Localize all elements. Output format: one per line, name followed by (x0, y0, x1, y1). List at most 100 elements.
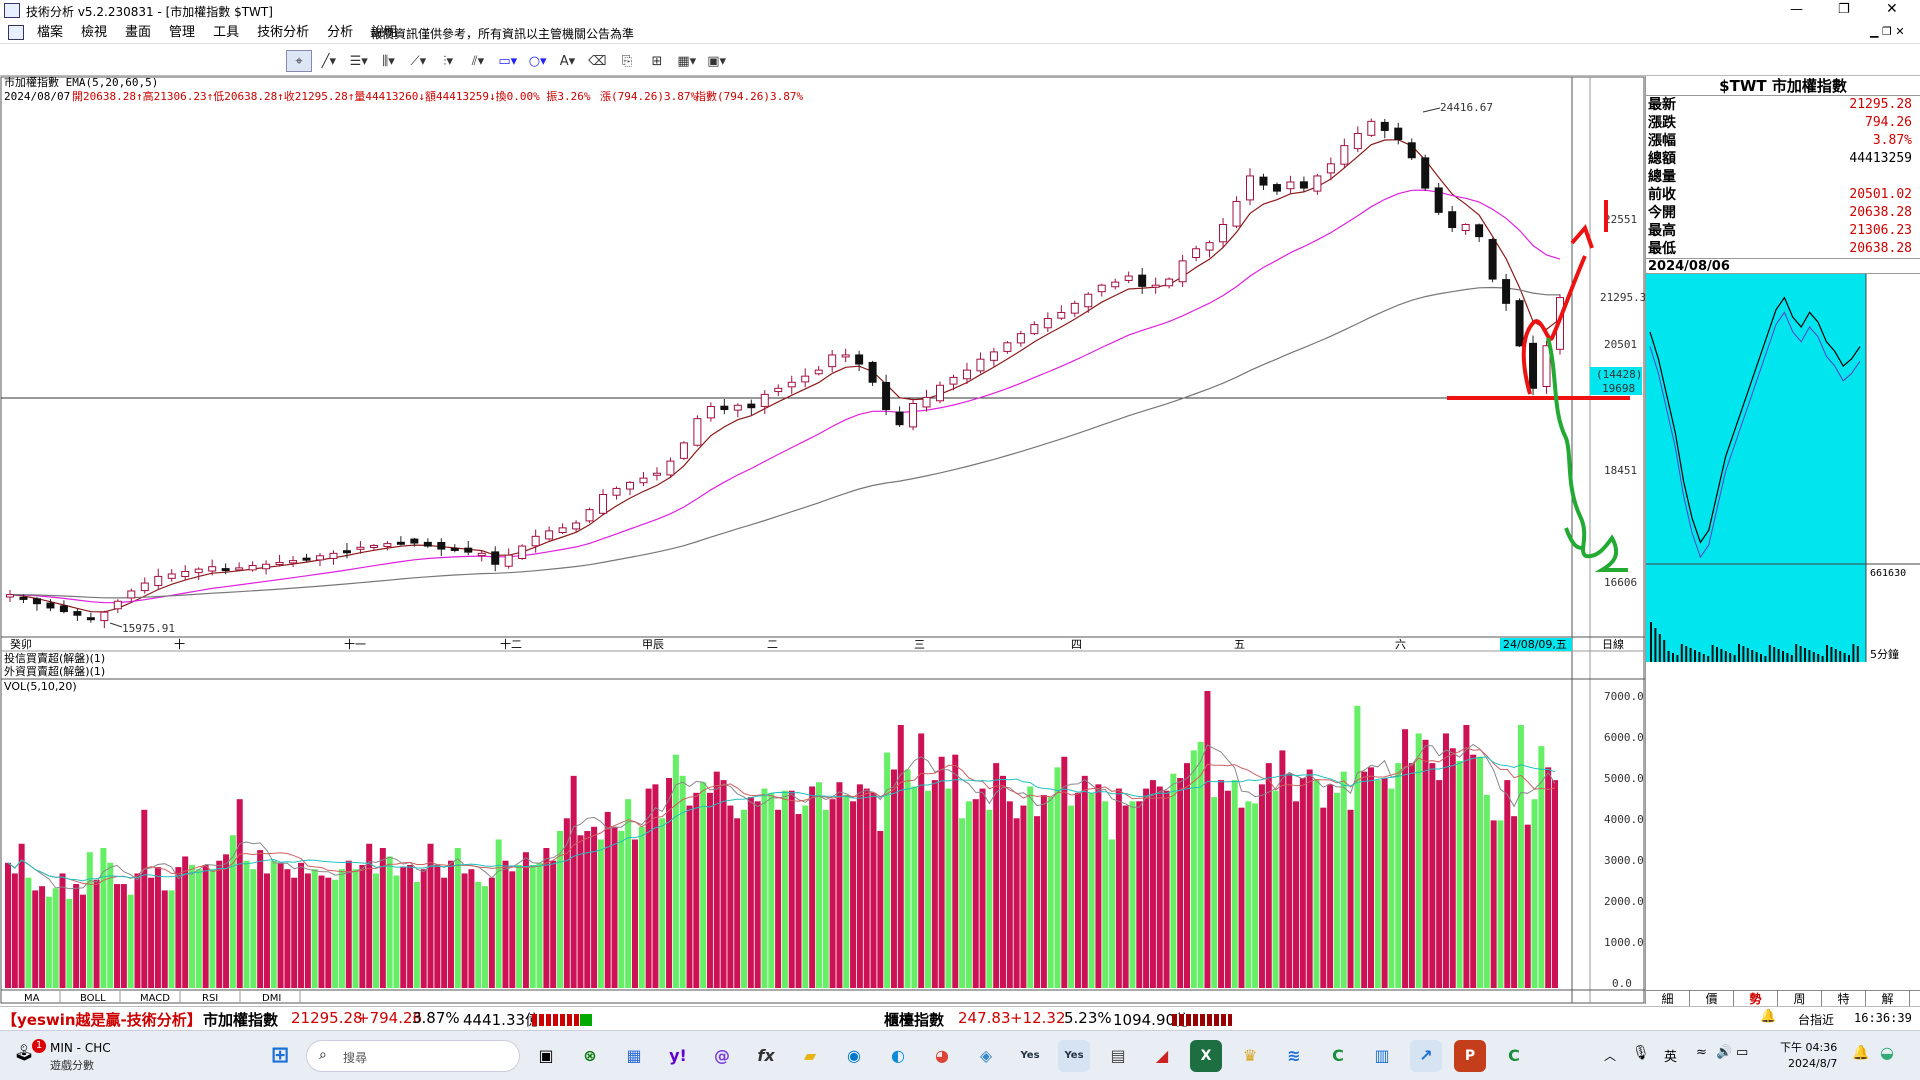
line-tool-icon[interactable]: ╱▾ (316, 51, 342, 73)
volume-bar (781, 790, 788, 988)
rectangle-tool-icon[interactable]: ▭▾ (495, 51, 521, 73)
panel-tab[interactable]: 勢 (1734, 991, 1778, 1007)
zoom-tool-icon[interactable]: ⊞ (644, 51, 670, 73)
cursor-tool-icon[interactable]: ⌖ (286, 50, 312, 72)
task-view-icon[interactable]: ▣ (530, 1040, 562, 1072)
tray-date[interactable]: 2024/8/7 (1788, 1057, 1837, 1070)
chrome-icon[interactable]: ◕ (926, 1040, 958, 1072)
grid-tool-icon[interactable]: ⫶▾ (435, 51, 461, 73)
powerpoint-icon[interactable]: P (1454, 1040, 1486, 1072)
close-button[interactable]: ✕ (1886, 1, 1898, 17)
period-label[interactable]: 日線 (1602, 637, 1624, 651)
parallel-tool-icon[interactable]: ☰▾ (346, 51, 372, 73)
panel-tab[interactable]: 特 (1822, 991, 1866, 1007)
paint-icon[interactable]: ◢ (1146, 1040, 1178, 1072)
quote-row: 漲幅 3.87% (1646, 132, 1920, 150)
candle (1502, 273, 1511, 311)
ime-indicator[interactable]: 英 (1664, 1046, 1677, 1065)
tab-macd[interactable]: MACD (140, 993, 170, 1004)
battery-icon[interactable]: ▭ (1736, 1045, 1748, 1060)
mail-icon[interactable]: @ (706, 1040, 738, 1072)
index1-pct: 3.87% (412, 1009, 460, 1027)
chart-app-icon[interactable]: ↗ (1410, 1040, 1442, 1072)
ellipse-tool-icon[interactable]: ○▾ (525, 51, 551, 73)
volume-bar (1299, 777, 1306, 988)
panel-tab[interactable]: 細 (1646, 991, 1690, 1007)
panel-tab[interactable]: 價 (1690, 991, 1734, 1007)
volume-bar (1545, 767, 1552, 988)
month-label: 四 (1071, 638, 1082, 651)
minimize-button[interactable]: — (1790, 2, 1803, 17)
taskbar-search[interactable]: ⌕ 搜尋 (306, 1040, 520, 1072)
edge-icon[interactable]: ◐ (882, 1040, 914, 1072)
menu-6[interactable]: 分析 (318, 22, 362, 44)
copilot-icon[interactable]: ◒ (1880, 1043, 1894, 1062)
yeswin-icon[interactable]: Yes (1014, 1040, 1046, 1072)
bell-icon[interactable]: 🔔 (1760, 1009, 1776, 1024)
yahoo-icon[interactable]: y! (662, 1040, 694, 1072)
channel-tool-icon[interactable]: ⫽▾ (465, 51, 491, 73)
erase-tool-icon[interactable]: ⌫ (584, 51, 610, 73)
candle (32, 597, 41, 611)
fan-tool-icon[interactable]: ⟋▾ (405, 51, 431, 73)
webex-icon[interactable]: ◉ (838, 1040, 870, 1072)
microphone-icon[interactable]: 🎙 (1632, 1045, 1650, 1061)
c-app-icon[interactable]: C (1322, 1040, 1354, 1072)
palette-tool-icon[interactable]: ▦▾ (674, 51, 700, 73)
fx-icon[interactable]: fx (750, 1040, 782, 1072)
market-label[interactable]: 台指近 (1798, 1011, 1834, 1028)
wifi-icon[interactable]: ≈ (1696, 1045, 1707, 1060)
panel-tab[interactable]: 周 (1778, 991, 1822, 1007)
candle (1407, 138, 1416, 161)
yeswin-active-icon[interactable]: Yes (1058, 1040, 1090, 1072)
calculator-icon[interactable]: ▤ (1102, 1040, 1134, 1072)
c-app-2-icon[interactable]: C (1498, 1040, 1530, 1072)
volume-bar (1006, 801, 1013, 988)
menu-2[interactable]: 畫面 (116, 22, 160, 44)
tab-dmi[interactable]: DMI (262, 993, 281, 1004)
tab-rsi[interactable]: RSI (202, 993, 218, 1004)
slogan[interactable]: 【yeswin越是贏-技術分析】 (2, 1009, 202, 1030)
start-button-icon[interactable]: ⊞ (264, 1040, 296, 1072)
menu-0[interactable]: 檔案 (28, 22, 72, 44)
candle (1192, 245, 1201, 262)
network-app-icon[interactable]: ◈ (970, 1040, 1002, 1072)
tab-ma[interactable]: MA (24, 993, 40, 1004)
chart-area[interactable]: 市加權指數 EMA(5,20,60,5) 2024/08/07 開20638.2… (0, 75, 1646, 1004)
copy-tool-icon[interactable]: ⎘ (614, 51, 640, 73)
volume-icon[interactable]: 🔊 (1716, 1045, 1732, 1060)
notification-icon[interactable]: 🔔 (1852, 1045, 1869, 1061)
notes-app-icon[interactable]: ▥ (1366, 1040, 1398, 1072)
technical-chart[interactable]: 市加權指數 EMA(5,20,60,5) 2024/08/07 開20638.2… (0, 75, 1646, 1004)
xbox-icon[interactable]: ⊗ (574, 1040, 606, 1072)
tab-boll[interactable]: BOLL (80, 993, 106, 1004)
candle (626, 481, 634, 496)
maximize-button[interactable]: ❐ (1838, 2, 1850, 17)
volume-bar (284, 869, 291, 988)
tray-time[interactable]: 下午 04:36 (1780, 1039, 1837, 1055)
sub-indicator-2[interactable]: 外資買賣超(解盤)(1) (4, 664, 105, 678)
wave-app-icon[interactable]: ≋ (1278, 1040, 1310, 1072)
crown-app-icon[interactable]: ♛ (1234, 1040, 1266, 1072)
vertical-lines-icon[interactable]: ⫼▾ (375, 51, 401, 73)
save-tool-icon[interactable]: ▣▾ (704, 51, 730, 73)
volume-bar (1204, 691, 1211, 988)
sub-indicator-1[interactable]: 投信買賣超(解盤)(1) (4, 651, 105, 665)
menu-1[interactable]: 檢視 (72, 22, 116, 44)
volume-bar (611, 826, 618, 988)
game-title[interactable]: MIN - CHC (50, 1041, 111, 1055)
menu-4[interactable]: 工具 (204, 22, 248, 44)
intraday-tick: 20098 (1870, 437, 1900, 448)
text-tool-icon[interactable]: A▾ (554, 51, 580, 73)
excel-icon[interactable]: X (1190, 1040, 1222, 1072)
volume-bar (1422, 739, 1429, 988)
menu-3[interactable]: 管理 (160, 22, 204, 44)
menu-items: 檔案 檢視 畫面 管理 工具 技術分析 分析 說明 (28, 22, 406, 44)
panel-tab[interactable]: 解 (1866, 991, 1910, 1007)
child-window-controls[interactable]: ▁ ❐ ✕ (1870, 25, 1905, 38)
menu-5[interactable]: 技術分析 (248, 22, 318, 44)
intraday-chart[interactable]: 20751 20678 20606 20533 20461 20388 20315 20243… (1646, 274, 1920, 662)
store-icon[interactable]: ▦ (618, 1040, 650, 1072)
tray-chevron-icon[interactable]: ︿ (1604, 1047, 1616, 1064)
folder-icon[interactable]: ▰ (794, 1040, 826, 1072)
